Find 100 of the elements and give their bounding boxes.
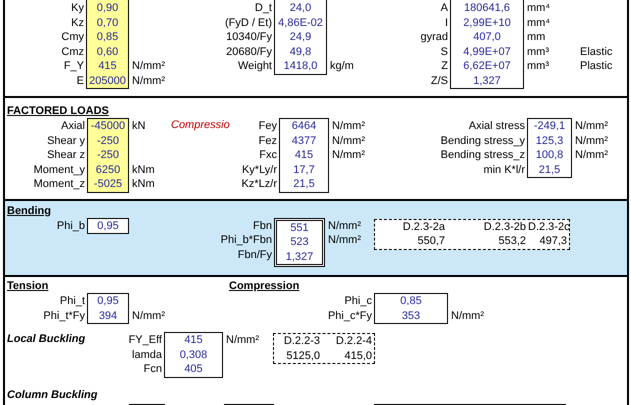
section-title: Bending	[6, 204, 52, 218]
unit-label: N/mm²	[328, 234, 361, 246]
row-label: Fbn/Fy	[238, 248, 272, 260]
unit-label: N/mm²	[332, 120, 365, 132]
row-label: 10340/Fy	[226, 31, 272, 43]
row-label: Fbn	[253, 220, 272, 232]
value-cell: 0,70	[96, 16, 118, 28]
row-label: Fcn	[144, 363, 162, 375]
unit-label: mm³	[527, 46, 549, 58]
unit-label: mm³	[527, 60, 549, 72]
unit-label: kNm	[132, 164, 155, 176]
row-label: Fez	[258, 134, 277, 146]
value-cell: 415	[98, 60, 117, 72]
unit-label: mm⁴	[527, 16, 550, 28]
check-value: 550,7	[417, 235, 445, 247]
value-cell: -249,1	[534, 120, 566, 132]
row-label: Fey	[258, 120, 277, 132]
row-label: Cmy	[61, 31, 84, 43]
unit-label: kg/m	[330, 60, 354, 72]
unit-label: N/mm²	[575, 134, 608, 146]
unit-label: N/mm²	[332, 134, 365, 146]
row-label: Cmz	[61, 46, 84, 58]
unit-label: N/mm²	[328, 220, 361, 232]
value-cell: 523	[290, 236, 309, 248]
check-value: 553,2	[498, 235, 526, 247]
value-cell: -250	[96, 134, 120, 146]
value-cell: 6464	[292, 120, 316, 132]
row-label: I	[444, 16, 448, 28]
row-label: F_Y	[64, 60, 84, 72]
value-cell: 49,8	[290, 46, 312, 58]
value-cell: 1,327	[286, 250, 314, 262]
row-label: Phi_t	[60, 295, 85, 307]
check-value: 415,0	[344, 350, 372, 362]
note-label: Plastic	[580, 60, 612, 72]
section-title: Local Buckling	[6, 333, 86, 345]
row-label: (FyD / Et)	[224, 16, 272, 28]
unit-label: N/mm²	[132, 60, 165, 72]
value-cell: 405	[184, 363, 203, 375]
value-cell: 551	[290, 222, 309, 234]
value-cell: 4,86E-02	[278, 16, 323, 28]
value-cell: 6,62E+07	[463, 60, 511, 72]
check-value: 5125,0	[286, 350, 320, 362]
value-cell: 415	[294, 149, 314, 161]
value-cell: 0,95	[97, 295, 119, 307]
value-cell: 4,99E+07	[463, 46, 511, 58]
row-label: S	[440, 46, 448, 58]
row-label: Z/S	[430, 74, 448, 86]
value-cell: 24,0	[290, 2, 312, 14]
row-label: Phi_c*Fy	[328, 310, 372, 322]
section-title: FACTORED LOADS	[6, 104, 110, 118]
row-label: Phi_b*Fbn	[220, 234, 272, 246]
unit-label: N/mm²	[226, 334, 259, 346]
value-cell: 205000	[89, 74, 126, 86]
value-cell: 2,99E+10	[463, 16, 511, 28]
value-cell: 24,9	[290, 31, 312, 43]
value-cell: 21,5	[538, 164, 560, 176]
row-label: Ky	[71, 2, 84, 14]
clause-label: D.2.3-2b	[484, 220, 526, 232]
row-label: D_t	[254, 2, 272, 14]
clause-label: D.2.2-3	[284, 335, 320, 347]
value-cell: 353	[402, 310, 420, 322]
note-label: Elastic	[580, 46, 612, 58]
unit-label: kN	[132, 120, 146, 132]
value-cell: 415	[184, 334, 203, 346]
row-label: FY_Eff	[128, 334, 162, 346]
value-cell: 6250	[96, 164, 120, 176]
row-label: Fxc	[259, 149, 277, 161]
value-cell: 4377	[292, 134, 316, 146]
row-label: Kz*Lz/r	[242, 178, 277, 190]
value-cell: 0,95	[97, 220, 119, 232]
value-cell: 21,5	[293, 178, 315, 190]
row-label: Moment_y	[34, 164, 85, 176]
value-cell: 407,0	[473, 31, 501, 43]
clause-label: D.2.2-4	[336, 335, 372, 347]
value-cell: 0,308	[180, 348, 208, 360]
row-label: Axial stress	[468, 120, 525, 132]
value-cell: 0,85	[96, 31, 118, 43]
row-label: E	[76, 74, 84, 86]
unit-label: N/mm²	[332, 149, 365, 161]
value-cell: 394	[98, 310, 118, 322]
row-label: Moment_z	[34, 178, 85, 190]
value-cell: 1418,0	[284, 60, 318, 72]
row-label: Bending stress_y	[440, 134, 525, 146]
section-title: Column Buckling	[6, 388, 98, 402]
row-label: Shear z	[47, 149, 85, 161]
value-cell: -45000	[90, 120, 126, 132]
row-label: lamda	[132, 348, 162, 360]
check-value: 497,3	[539, 235, 567, 247]
value-cell: -250	[96, 149, 120, 161]
section-title: Compression	[228, 279, 300, 293]
row-label: Weight	[238, 60, 272, 72]
unit-label: kNm	[132, 178, 155, 190]
row-label: gyrad	[420, 31, 448, 43]
value-cell: 100,8	[536, 149, 564, 161]
unit-label: N/mm²	[575, 120, 608, 132]
row-label: Bending stress_z	[440, 149, 525, 161]
value-cell: 0,60	[96, 46, 118, 58]
value-cell: 180641,6	[464, 2, 510, 14]
clause-label: D.2.3-2a	[402, 220, 445, 232]
row-label: Axial	[61, 120, 85, 132]
